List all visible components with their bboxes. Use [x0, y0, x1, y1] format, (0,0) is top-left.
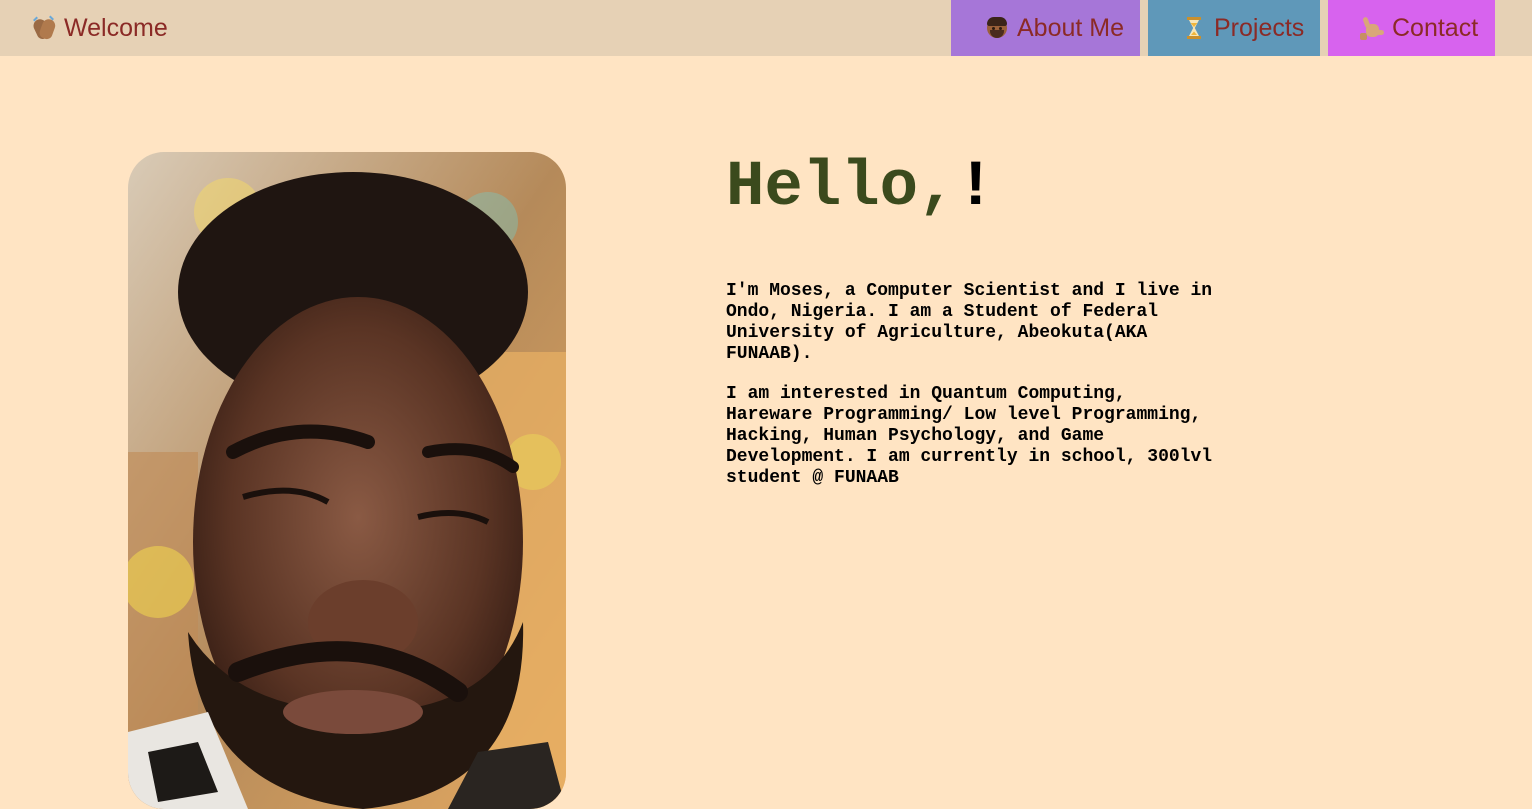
hourglass-icon	[1182, 16, 1206, 40]
call-me-hand-icon	[1360, 16, 1384, 40]
nav-projects-link[interactable]: Projects	[1148, 0, 1320, 56]
greeting-heading: Hello,!	[726, 152, 995, 224]
bio-paragraph-intro: I'm Moses, a Computer Scientist and I li…	[726, 281, 1213, 364]
nav-contact-label: Contact	[1392, 13, 1479, 42]
nav-welcome-label: Welcome	[64, 13, 168, 42]
nav-about-me-label: About Me	[1017, 13, 1125, 42]
greeting-exclamation: !	[956, 152, 995, 224]
nav-contact-link[interactable]: Contact	[1328, 0, 1495, 56]
clapping-hands-icon	[31, 15, 58, 41]
nav-about-me-link[interactable]: About Me	[951, 0, 1140, 56]
top-navbar: Welcome About Me Projects Contact	[0, 0, 1532, 56]
nav-projects-label: Projects	[1214, 13, 1305, 42]
greeting-text: Hello,	[726, 152, 957, 224]
profile-photo	[128, 152, 566, 809]
nav-welcome-link[interactable]: Welcome	[31, 0, 168, 56]
bio-paragraph-interests: I am interested in Quantum Computing, Ha…	[726, 384, 1213, 488]
person-beard-icon	[985, 16, 1009, 40]
